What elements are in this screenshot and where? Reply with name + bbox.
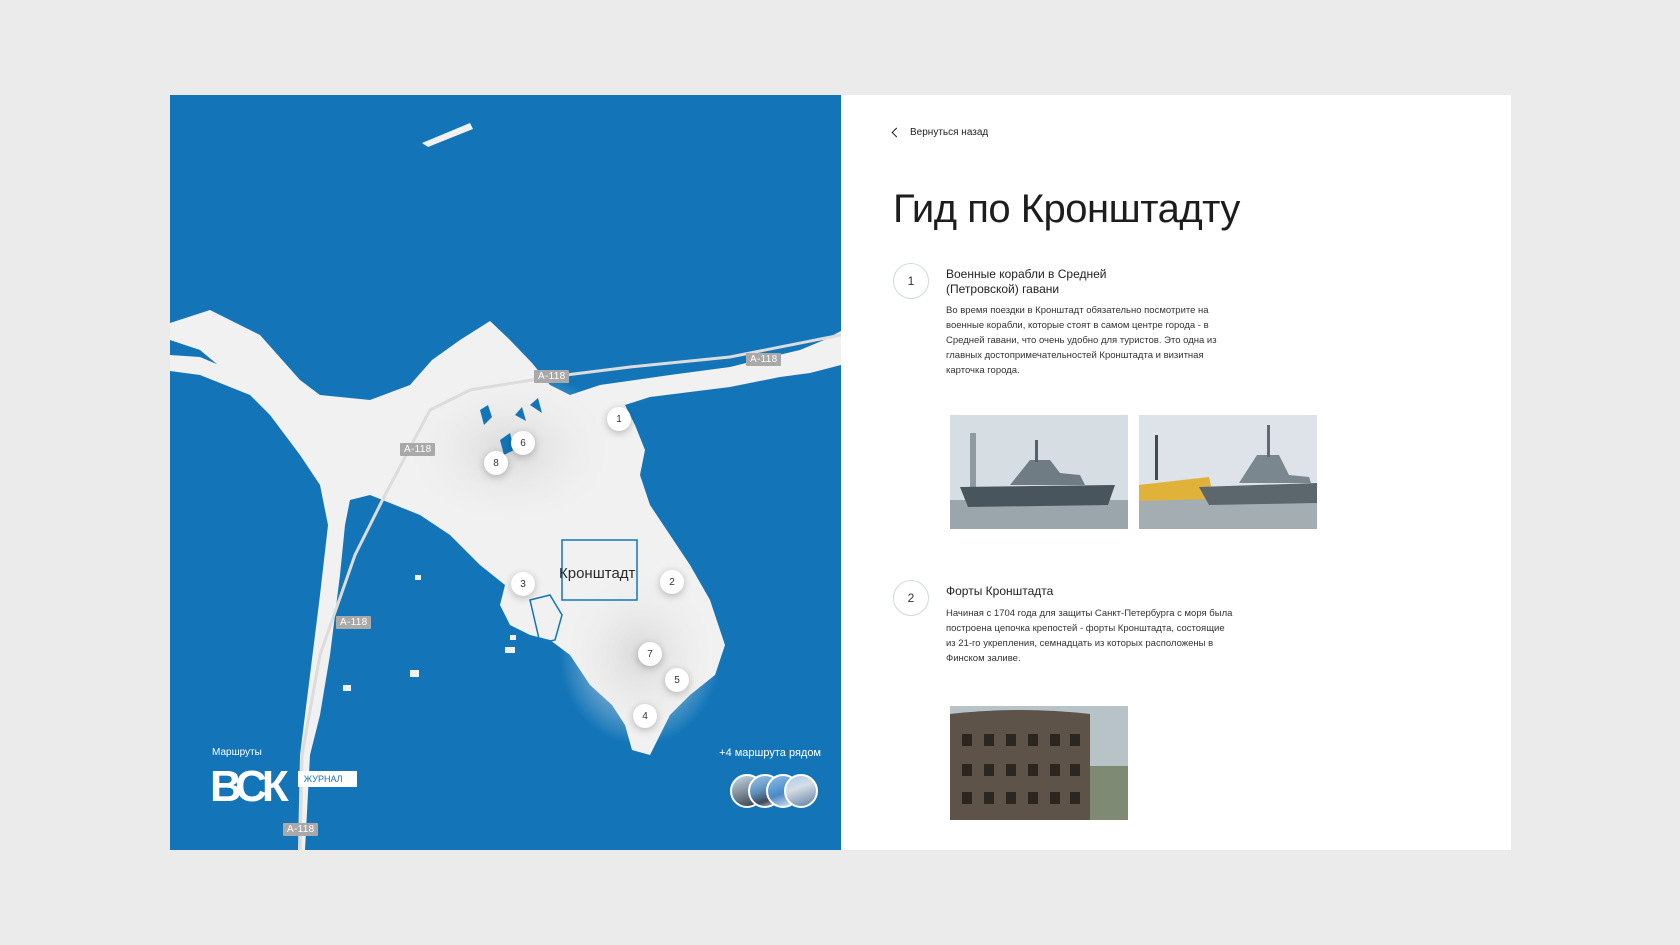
route-thumbnail[interactable]: [784, 774, 818, 808]
map-pin-7[interactable]: 7: [638, 642, 662, 666]
map-pin-3[interactable]: 3: [511, 572, 535, 596]
map-pin-6[interactable]: 6: [511, 431, 535, 455]
city-label: Кронштадт: [559, 565, 636, 582]
entry-title: Военные корабли в Средней (Петровской) г…: [946, 267, 1107, 296]
map-pin-2[interactable]: 2: [660, 570, 684, 594]
map-pin-5[interactable]: 5: [665, 668, 689, 692]
entry-text: Начиная с 1704 года для защиты Санкт-Пет…: [946, 608, 1233, 664]
entry-number: 1: [893, 263, 929, 299]
road-badge: А-118: [336, 616, 372, 629]
chevron-left-icon: [891, 127, 902, 138]
island-land-shape: [170, 123, 841, 850]
road-badge: А-118: [746, 353, 782, 366]
guide-content: Вернуться назад Гид по Кронштадту 1 Воен…: [841, 95, 1511, 850]
back-link[interactable]: Вернуться назад: [891, 127, 989, 138]
fort-photo[interactable]: [950, 706, 1128, 820]
warship-photo-2[interactable]: [1139, 415, 1317, 529]
road-badge: А-118: [400, 443, 436, 456]
map-pin-1[interactable]: 1: [607, 407, 631, 431]
nearby-routes-link[interactable]: +4 маршрута рядом: [719, 747, 821, 759]
map-pin-8[interactable]: 8: [484, 451, 508, 475]
map-pin-4[interactable]: 4: [633, 704, 657, 728]
nearby-route-thumbnails[interactable]: [730, 774, 825, 808]
entry-text: Во время поездки в Кронштадт обязательно…: [946, 305, 1217, 376]
routes-caption: Маршруты: [212, 747, 262, 758]
entry-title: Форты Кронштадта: [946, 584, 1054, 598]
road-badge: А-118: [534, 370, 570, 383]
logo[interactable]: ВСК ЖУРНАЛ: [210, 765, 357, 809]
road-badge: А-118: [283, 823, 319, 836]
map-panel[interactable]: А-118 А-118 А-118 А-118 А-118 Кронштадт …: [170, 95, 841, 850]
back-link-label: Вернуться назад: [910, 127, 989, 138]
page-title: Гид по Кронштадту: [893, 187, 1240, 231]
warship-photo-1[interactable]: [950, 415, 1128, 529]
entry-number: 2: [893, 580, 929, 616]
page-frame: А-118 А-118 А-118 А-118 А-118 Кронштадт …: [170, 95, 1511, 850]
logo-mark: ВСК: [210, 762, 289, 811]
journal-badge[interactable]: ЖУРНАЛ: [297, 771, 357, 787]
